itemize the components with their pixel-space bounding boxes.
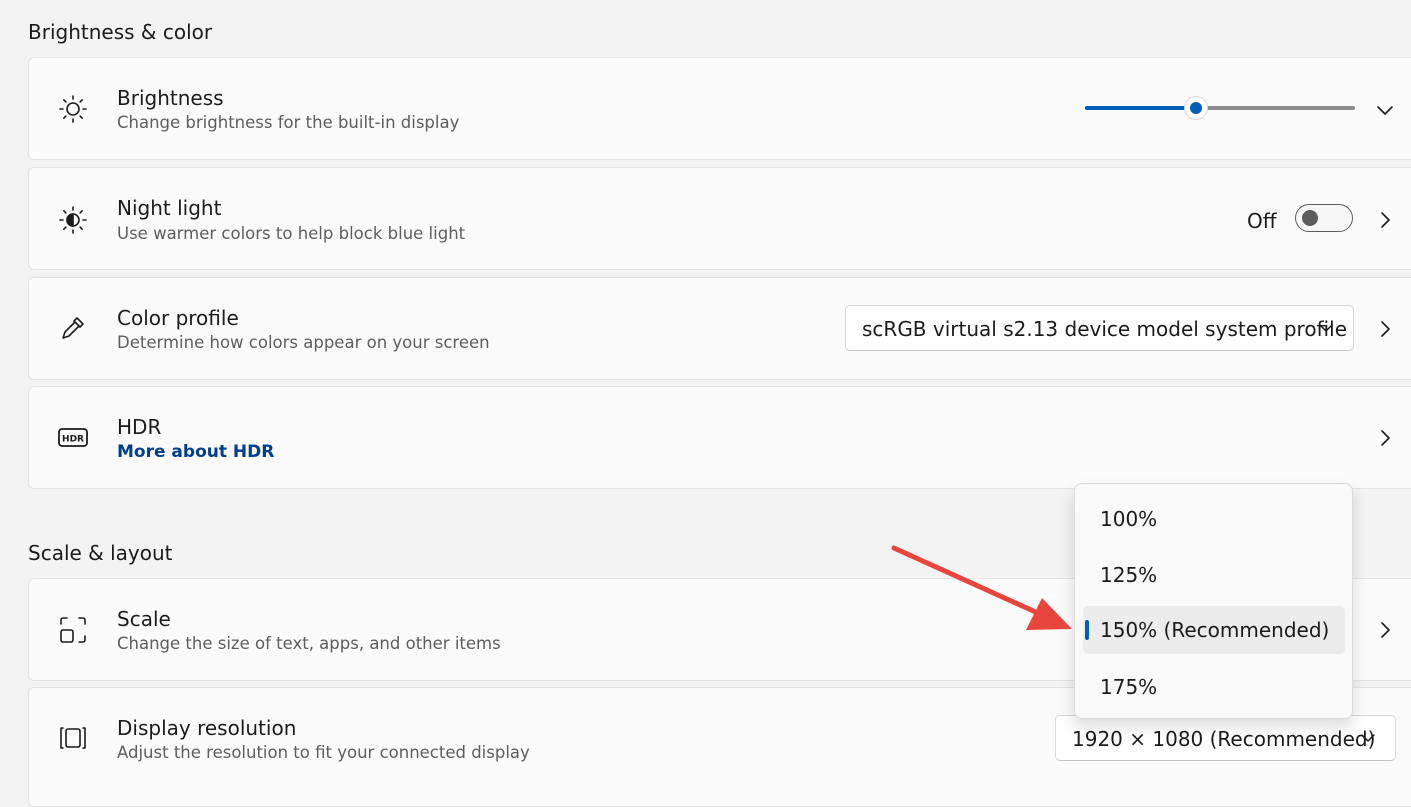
color-profile-dropdown-value: scRGB virtual s2.13 device model system … xyxy=(862,317,1348,341)
scale-option[interactable]: 125% xyxy=(1083,551,1345,599)
chevron-down-icon xyxy=(1359,729,1377,747)
night-light-state-label: Off xyxy=(1247,209,1277,233)
hdr-more-link[interactable]: More about HDR xyxy=(117,442,274,462)
night-light-toggle[interactable] xyxy=(1295,204,1353,232)
brightness-slider-thumb[interactable] xyxy=(1183,96,1208,120)
night-light-toggle-knob xyxy=(1302,210,1318,226)
scale-icon xyxy=(57,614,89,646)
color-profile-title: Color profile xyxy=(117,306,239,330)
scale-option-label: 150% (Recommended) xyxy=(1100,618,1330,642)
night-light-title: Night light xyxy=(117,196,222,220)
scale-option[interactable]: 100% xyxy=(1083,495,1345,543)
chevron-right-icon[interactable] xyxy=(1375,428,1395,448)
scale-option-label: 100% xyxy=(1100,507,1158,531)
annotation-arrow-icon xyxy=(880,540,1090,640)
hdr-icon: HDR xyxy=(57,421,89,453)
section-title-brightness-color: Brightness & color xyxy=(28,20,213,44)
night-light-subtitle: Use warmer colors to help block blue lig… xyxy=(117,224,466,243)
brightness-slider[interactable] xyxy=(1085,96,1355,120)
chevron-down-icon xyxy=(1317,319,1335,337)
hdr-card[interactable]: HDR HDR More about HDR xyxy=(28,386,1411,489)
display-resolution-title: Display resolution xyxy=(117,716,297,740)
svg-text:HDR: HDR xyxy=(62,435,84,445)
color-profile-card[interactable]: Color profile Determine how colors appea… xyxy=(28,277,1411,380)
scale-option[interactable]: 175% xyxy=(1083,663,1345,711)
scale-option-label: 175% xyxy=(1100,675,1158,699)
brightness-slider-fill xyxy=(1085,106,1196,110)
brightness-subtitle: Change brightness for the built-in displ… xyxy=(117,113,460,132)
chevron-right-icon[interactable] xyxy=(1375,620,1395,640)
brightness-title: Brightness xyxy=(117,86,224,110)
color-profile-dropdown[interactable]: scRGB virtual s2.13 device model system … xyxy=(845,305,1354,351)
scale-title: Scale xyxy=(117,607,171,631)
night-light-icon xyxy=(57,204,89,236)
display-resolution-subtitle: Adjust the resolution to fit your connec… xyxy=(117,743,530,762)
display-resolution-dropdown-value: 1920 × 1080 (Recommended) xyxy=(1072,727,1376,751)
brightness-card[interactable]: Brightness Change brightness for the bui… xyxy=(28,57,1411,160)
scale-option-label: 125% xyxy=(1100,563,1158,587)
night-light-card[interactable]: Night light Use warmer colors to help bl… xyxy=(28,167,1411,270)
section-title-scale-layout: Scale & layout xyxy=(28,541,173,565)
scale-dropdown-flyout: 100% 125% 150% (Recommended) 175% xyxy=(1074,483,1353,719)
resolution-icon xyxy=(57,722,89,754)
scale-subtitle: Change the size of text, apps, and other… xyxy=(117,634,501,653)
chevron-right-icon[interactable] xyxy=(1375,210,1395,230)
chevron-down-icon[interactable] xyxy=(1375,100,1395,120)
color-profile-subtitle: Determine how colors appear on your scre… xyxy=(117,333,490,352)
scale-option-selected[interactable]: 150% (Recommended) xyxy=(1083,606,1345,654)
display-resolution-dropdown[interactable]: 1920 × 1080 (Recommended) xyxy=(1055,715,1396,761)
hdr-title: HDR xyxy=(117,415,162,439)
sun-icon xyxy=(57,93,89,125)
eyedropper-icon xyxy=(57,312,89,344)
chevron-right-icon[interactable] xyxy=(1375,319,1395,339)
